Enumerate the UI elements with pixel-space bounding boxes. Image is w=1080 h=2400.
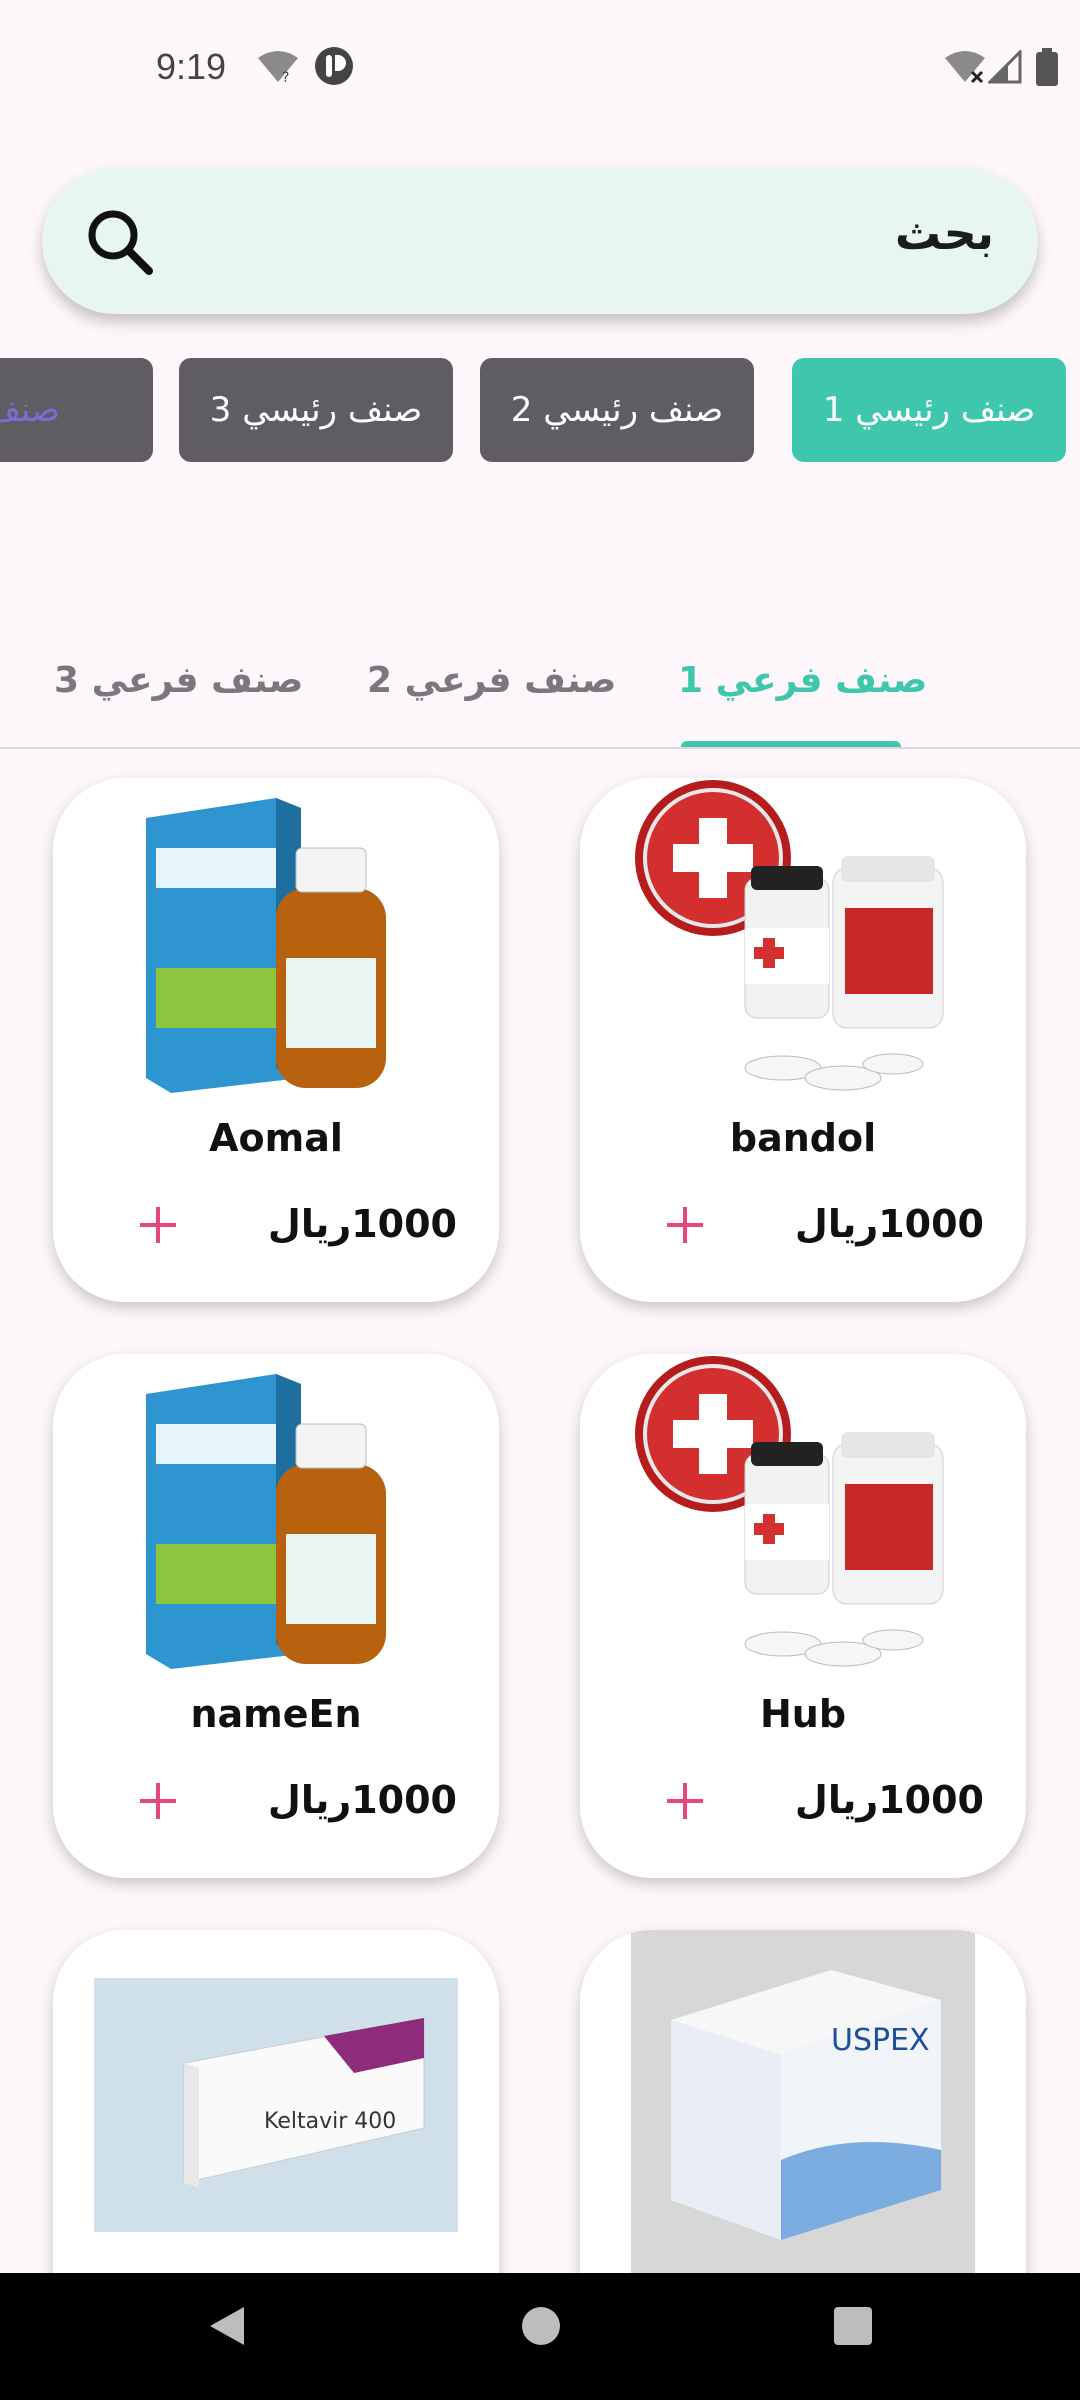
plus-icon <box>140 1783 176 1819</box>
home-icon[interactable] <box>518 2303 564 2349</box>
back-icon[interactable] <box>204 2303 250 2349</box>
tabs-divider <box>0 747 1080 749</box>
uspex-box-text: USPEX <box>831 2023 930 2058</box>
medicine-pills-image <box>635 780 944 1091</box>
main-category-list[interactable]: صنف رئيسي 1 صنف رئيسي 2 صنف رئيسي 3 صنف … <box>0 358 1080 464</box>
plus-icon <box>667 1783 703 1819</box>
product-price: 1000ريال <box>794 1202 984 1246</box>
tab-sub-category-2[interactable]: صنف فرعي 2 <box>367 660 616 701</box>
battery-icon <box>1036 48 1058 86</box>
navigation-bar <box>0 2273 1080 2400</box>
add-to-cart-button[interactable] <box>662 1778 708 1824</box>
product-price: 1000ريال <box>267 1202 457 1246</box>
main-category-chip-4[interactable]: صنف رئيسي <box>0 358 153 462</box>
product-price: 1000ريال <box>267 1778 457 1822</box>
svg-text:?: ? <box>282 70 289 84</box>
sub-category-tabs: صنف فرعي 1 صنف فرعي 2 صنف فرعي 3 <box>0 640 1080 750</box>
vpn-icon <box>315 47 353 85</box>
product-name: Aomal <box>209 1116 343 1160</box>
product-card[interactable]: nameEn 1000ريال <box>53 1354 499 1878</box>
wifi-off-icon <box>945 51 985 84</box>
search-placeholder: بحث <box>894 206 994 260</box>
product-card[interactable]: bandol 1000ريال <box>580 778 1026 1302</box>
main-category-chip-3[interactable]: صنف رئيسي 3 <box>179 358 453 462</box>
product-name: nameEn <box>190 1692 362 1736</box>
search-bar[interactable]: بحث <box>42 168 1038 314</box>
medicine-pills-image <box>635 1356 944 1667</box>
main-category-chip-4-label: صنف رئيسي <box>0 390 60 430</box>
product-card[interactable]: Aomal 1000ريال <box>53 778 499 1302</box>
main-category-chip-2[interactable]: صنف رئيسي 2 <box>480 358 754 462</box>
tab-sub-category-3[interactable]: صنف فرعي 3 <box>54 660 303 701</box>
product-name: Hub <box>759 1692 847 1736</box>
signal-icon <box>988 50 1022 84</box>
add-to-cart-button[interactable] <box>662 1202 708 1248</box>
product-card[interactable]: Hub 1000ريال <box>580 1354 1026 1878</box>
plus-icon <box>140 1207 176 1243</box>
product-name: bandol <box>729 1116 877 1160</box>
product-price: 1000ريال <box>794 1778 984 1822</box>
wifi-question-icon: ? <box>258 51 298 84</box>
keltavir-box-text: Keltavir 400 <box>264 2109 396 2134</box>
search-icon[interactable] <box>86 208 154 276</box>
uspex-box-image: USPEX <box>631 1930 975 2274</box>
main-category-chip-1[interactable]: صنف رئيسي 1 <box>792 358 1066 462</box>
status-time: 9:19 <box>156 46 227 87</box>
add-to-cart-button[interactable] <box>135 1202 181 1248</box>
add-to-cart-button[interactable] <box>135 1778 181 1824</box>
syrup-box-image <box>146 1374 386 1669</box>
status-bar: 9:19 ? <box>0 0 1080 135</box>
tab-sub-category-1[interactable]: صنف فرعي 1 <box>678 660 927 701</box>
recents-icon[interactable] <box>830 2303 876 2349</box>
syrup-box-image <box>146 798 386 1093</box>
plus-icon <box>667 1207 703 1243</box>
keltavir-box-image: Keltavir 400 <box>94 1978 458 2232</box>
